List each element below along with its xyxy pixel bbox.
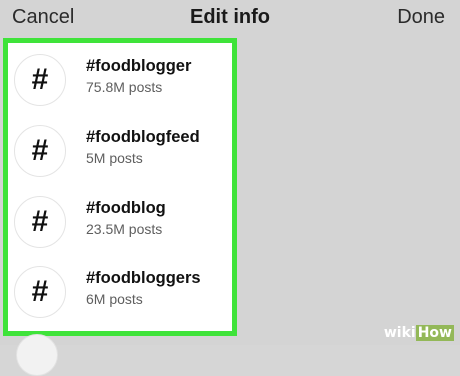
hashtag-row-foodblog[interactable]: # #foodblog 23.5M posts <box>10 187 220 253</box>
hashtag-icon: # <box>14 125 66 177</box>
edit-info-screen: Cancel Edit info Done # #foodblogger 75.… <box>0 0 460 376</box>
watermark-how: How <box>415 325 454 341</box>
hashtag-post-count: 6M posts <box>86 291 143 307</box>
hashtag-row-foodbloggers[interactable]: # #foodbloggers 6M posts <box>10 257 220 323</box>
hashtag-row-foodblogfeed[interactable]: # #foodblogfeed 5M posts <box>10 116 220 182</box>
done-button[interactable]: Done <box>397 6 445 29</box>
hashtag-name: #foodblog <box>86 199 166 217</box>
watermark-wiki: wiki <box>383 325 416 341</box>
hashtag-icon: # <box>14 266 66 318</box>
hashtag-icon: # <box>14 54 66 106</box>
nav-bar: Cancel Edit info Done <box>0 0 460 36</box>
hashtag-post-count: 5M posts <box>86 150 143 166</box>
hashtag-name: #foodbloggers <box>86 269 201 287</box>
next-hashtag-avatar <box>16 334 58 376</box>
hashtag-name: #foodblogger <box>86 57 192 75</box>
hashtag-post-count: 23.5M posts <box>86 221 163 237</box>
hashtag-icon: # <box>14 196 66 248</box>
page-title: Edit info <box>190 6 270 28</box>
hashtag-post-count: 75.8M posts <box>86 79 163 95</box>
wikihow-watermark: wiki How <box>384 325 454 341</box>
hashtag-row-foodblogger[interactable]: # #foodblogger 75.8M posts <box>10 45 220 111</box>
hashtag-name: #foodblogfeed <box>86 128 200 146</box>
